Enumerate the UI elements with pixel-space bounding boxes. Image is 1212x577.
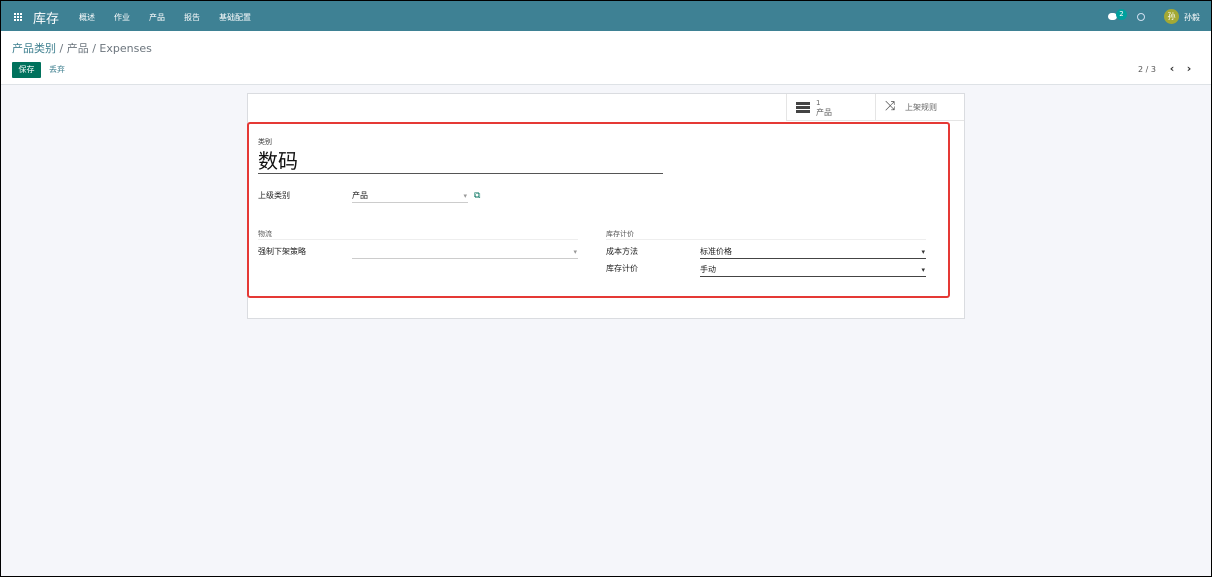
removal-strategy-label: 强制下架策略 (258, 247, 306, 256)
menu-operations[interactable]: 作业 (114, 12, 130, 23)
breadcrumb-separator: / (56, 42, 67, 55)
form-sheet: 1 产品 ⤨ 上架规则 (247, 93, 965, 319)
avatar[interactable]: 孙 (1164, 9, 1179, 24)
menu-products[interactable]: 产品 (149, 12, 165, 23)
breadcrumb-separator: / (88, 42, 100, 55)
breadcrumb-products[interactable]: 产品 (67, 42, 89, 55)
cost-method-select[interactable]: 标准价格 ▾ (700, 246, 926, 259)
products-label: 产品 (816, 108, 832, 117)
products-count: 1 (816, 99, 821, 107)
top-navbar: 库存 概述 作业 产品 报告 基础配置 (1, 1, 1211, 31)
menu-configuration[interactable]: 基础配置 (219, 12, 251, 23)
valuation-section-title: 库存计价 (606, 229, 926, 240)
chevron-down-icon[interactable]: ▾ (463, 190, 467, 202)
shuffle-icon: ⤨ (885, 99, 896, 114)
chevron-left-icon[interactable]: ‹ (1167, 63, 1177, 75)
category-name-input[interactable]: 数码 (258, 148, 663, 174)
menu-overview[interactable]: 概述 (79, 12, 95, 23)
cost-method-label: 成本方法 (606, 247, 638, 256)
cost-method-value: 标准价格 (700, 247, 732, 256)
logistics-section-title: 物流 (258, 229, 578, 240)
chevron-down-icon[interactable]: ▾ (921, 264, 925, 276)
parent-category-value: 产品 (352, 191, 368, 200)
removal-strategy-field[interactable]: ▾ (352, 246, 578, 259)
clock-icon[interactable] (1137, 13, 1145, 21)
inventory-valuation-value: 手动 (700, 265, 716, 274)
breadcrumb-product-categories[interactable]: 产品类别 (12, 42, 56, 55)
app-window: 库存 概述 作业 产品 报告 基础配置 2 孙 孙毅 产品类别 / 产品 / E… (1, 1, 1211, 576)
putaway-rules-button[interactable]: ⤨ 上架规则 (875, 94, 964, 121)
external-link-icon[interactable]: ⧉ (474, 191, 480, 201)
save-button[interactable]: 保存 (12, 62, 41, 78)
pager-value: 2 / 3 (1138, 65, 1156, 74)
products-smart-button[interactable]: 1 产品 (786, 94, 875, 121)
inventory-valuation-label: 库存计价 (606, 264, 638, 273)
apps-grid-icon[interactable] (13, 12, 22, 21)
chevron-down-icon[interactable]: ▾ (573, 246, 577, 258)
control-panel: 产品类别 / 产品 / Expenses 保存 丢弃 2 / 3 ‹ › (1, 31, 1211, 85)
breadcrumb-current: Expenses (99, 42, 152, 55)
chat-count-badge: 2 (1116, 9, 1127, 20)
chevron-down-icon[interactable]: ▾ (921, 246, 925, 258)
menu-reporting[interactable]: 报告 (184, 12, 200, 23)
category-name-label: 类别 (258, 138, 272, 146)
main-menu: 概述 作业 产品 报告 基础配置 (79, 12, 270, 23)
list-icon (796, 102, 810, 113)
smart-button-box: 1 产品 ⤨ 上架规则 (786, 94, 964, 121)
parent-category-field[interactable]: 产品 ▾ (352, 190, 468, 203)
breadcrumb: 产品类别 / 产品 / Expenses (12, 40, 152, 56)
chevron-right-icon[interactable]: › (1184, 63, 1194, 75)
app-title[interactable]: 库存 (33, 8, 59, 27)
parent-category-label: 上级类别 (258, 191, 290, 200)
inventory-valuation-select[interactable]: 手动 ▾ (700, 264, 926, 277)
discard-button[interactable]: 丢弃 (49, 62, 65, 78)
putaway-rules-label: 上架规则 (905, 103, 937, 112)
user-name[interactable]: 孙毅 (1184, 12, 1200, 23)
